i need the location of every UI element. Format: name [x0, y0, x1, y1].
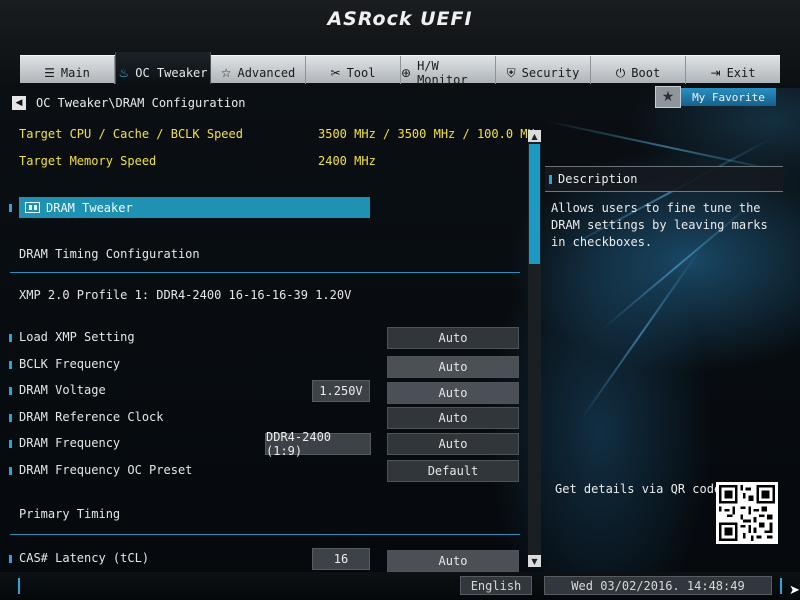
row-marker	[9, 334, 12, 342]
xmp-profile-text: XMP 2.0 Profile 1: DDR4-2400 16-16-16-39…	[19, 288, 352, 302]
row-marker	[9, 467, 12, 475]
header: ASRock UEFI ☰ Main ♨ OC Tweaker ☆ Advanced …	[0, 0, 800, 88]
exit-icon: ⇥	[710, 66, 721, 80]
qr-caption: Get details via QR code	[555, 482, 722, 496]
star-icon: ☆	[220, 66, 232, 80]
scroll-down-icon[interactable]: ▼	[528, 555, 541, 567]
tab-boot[interactable]: ⏻ Boot	[591, 56, 686, 84]
bclk-option[interactable]: Auto	[387, 356, 519, 378]
dram-voltage-option[interactable]: Auto	[387, 382, 519, 404]
tab-label: Boot	[631, 66, 661, 80]
row-marker	[9, 361, 12, 369]
setting-label: DRAM Frequency	[19, 436, 121, 450]
tab-exit[interactable]: ⇥ Exit	[686, 56, 780, 84]
setting-row-ref-clock[interactable]: DRAM Reference Clock Auto	[0, 407, 525, 429]
shield-icon: ⛨	[506, 65, 516, 80]
setting-label: Load XMP Setting	[19, 330, 135, 344]
row-marker	[9, 387, 12, 395]
description-panel: Description Allows users to fine tune th…	[545, 166, 783, 286]
setting-label: DRAM Reference Clock	[19, 410, 164, 424]
footer-marker	[780, 578, 782, 594]
description-title: Description	[558, 172, 638, 186]
tab-security[interactable]: ⛨ Security	[496, 56, 591, 84]
info-value: 2400 MHz	[318, 154, 376, 168]
memory-module-icon	[25, 202, 40, 213]
oc-preset-option[interactable]: Default	[387, 460, 519, 482]
setting-label: BCLK Frequency	[19, 357, 121, 371]
section-heading: DRAM Timing Configuration	[0, 244, 525, 266]
breadcrumb-path: OC Tweaker\DRAM Configuration	[36, 96, 246, 110]
brand-logo: ASRock UEFI	[327, 8, 473, 30]
tab-label: H/W Monitor	[417, 59, 468, 87]
flame-icon: ♨	[118, 66, 130, 80]
monitor-icon: ⊕	[401, 66, 412, 80]
scroll-thumb[interactable]	[529, 144, 540, 264]
ref-clock-option[interactable]: Auto	[387, 407, 519, 429]
date-time-display: Wed 03/02/2016. 14:48:49	[544, 576, 772, 595]
tab-tool[interactable]: ✂ Tool	[306, 56, 401, 84]
load-xmp-option[interactable]: Auto	[387, 327, 519, 349]
section-heading: Primary Timing	[0, 504, 525, 526]
setting-row-load-xmp[interactable]: Load XMP Setting Auto	[0, 327, 525, 349]
language-selector[interactable]: English	[460, 576, 532, 595]
qr-code-icon	[716, 482, 778, 544]
power-icon: ⏻	[615, 65, 626, 80]
my-favorite-button[interactable]: My Favorite	[681, 88, 776, 106]
row-marker	[9, 204, 12, 212]
footer-marker	[18, 578, 20, 594]
scroll-up-icon[interactable]: ▲	[528, 130, 541, 142]
section-title: DRAM Timing Configuration	[19, 247, 200, 261]
setting-label: CAS# Latency (tCL)	[19, 551, 150, 565]
dram-frequency-option[interactable]: Auto	[387, 433, 519, 455]
tab-label: Main	[60, 66, 90, 80]
current-value: 16	[312, 548, 370, 570]
breadcrumb: ◀ OC Tweaker\DRAM Configuration	[12, 95, 246, 111]
section-divider	[10, 534, 520, 535]
tab-label: Exit	[726, 66, 756, 80]
dram-tweaker-item[interactable]: DRAM Tweaker	[19, 197, 370, 218]
my-favorite: ★ My Favorite	[655, 86, 776, 108]
setting-row-bclk[interactable]: BCLK Frequency Auto	[0, 354, 525, 378]
xmp-profile-row: XMP 2.0 Profile 1: DDR4-2400 16-16-16-39…	[0, 285, 525, 307]
settings-panel: Target CPU / Cache / BCLK Speed 3500 MHz…	[0, 120, 542, 572]
row-marker	[9, 440, 12, 448]
list-icon: ☰	[44, 66, 55, 80]
back-arrow-icon[interactable]: ◀	[12, 96, 26, 110]
setting-row-cas-latency[interactable]: CAS# Latency (tCL) 16 Auto	[0, 548, 525, 572]
section-title: Primary Timing	[19, 507, 121, 521]
setting-row-dram-frequency[interactable]: DRAM Frequency DDR4-2400 (1:9) Auto	[0, 430, 525, 458]
row-marker	[9, 555, 12, 563]
current-value: 1.250V	[312, 380, 370, 402]
scrollbar[interactable]: ▲ ▼	[528, 130, 541, 567]
info-row-memory: Target Memory Speed 2400 MHz	[0, 151, 525, 173]
tab-label: OC Tweaker	[135, 66, 208, 80]
info-row-cpu: Target CPU / Cache / BCLK Speed 3500 MHz…	[0, 124, 542, 146]
tab-oc-tweaker[interactable]: ♨ OC Tweaker	[115, 52, 211, 84]
description-header: Description	[545, 166, 783, 192]
setting-row-oc-preset[interactable]: DRAM Frequency OC Preset Default	[0, 460, 525, 482]
tab-hw-monitor[interactable]: ⊕ H/W Monitor	[401, 56, 496, 87]
description-text: Allows users to fine tune the DRAM setti…	[551, 201, 768, 249]
setting-row-dram-voltage[interactable]: DRAM Voltage 1.250V Auto	[0, 380, 525, 404]
setting-label: DRAM Frequency OC Preset	[19, 463, 193, 477]
tab-bar: ☰ Main ♨ OC Tweaker ☆ Advanced ✂ Tool ⊕ H/W M…	[20, 52, 780, 87]
tab-label: Tool	[346, 66, 376, 80]
section-divider	[10, 272, 520, 273]
menu-item-label: DRAM Tweaker	[46, 200, 133, 215]
cas-latency-option[interactable]: Auto	[387, 550, 519, 572]
setting-label: DRAM Voltage	[19, 383, 106, 397]
tools-icon: ✂	[330, 66, 341, 80]
info-value: 3500 MHz / 3500 MHz / 100.0 MHz	[318, 127, 542, 141]
current-value: DDR4-2400 (1:9)	[265, 430, 371, 458]
mouse-cursor-icon: ➤	[789, 583, 800, 598]
tab-label: Security	[521, 66, 580, 80]
tab-main[interactable]: ☰ Main	[20, 56, 115, 84]
row-marker	[9, 414, 12, 422]
tab-advanced[interactable]: ☆ Advanced	[211, 56, 306, 84]
row-marker	[549, 174, 552, 184]
info-label: Target Memory Speed	[19, 154, 157, 168]
favorite-star-icon[interactable]: ★	[655, 86, 681, 108]
info-label: Target CPU / Cache / BCLK Speed	[19, 127, 243, 141]
tab-label: Advanced	[237, 66, 296, 80]
